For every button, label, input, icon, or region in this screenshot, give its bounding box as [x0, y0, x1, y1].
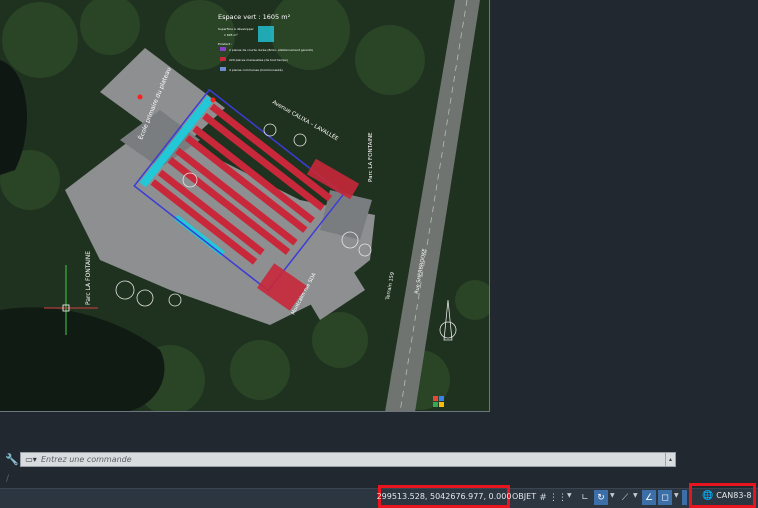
legend-header: Existant : [218, 42, 232, 46]
legend-subvalue: 1 605 m² [224, 33, 238, 37]
legend-title: Espace vert : 1605 m² [218, 13, 291, 21]
polar-tracking-icon[interactable]: ↻ [594, 490, 608, 505]
legend-item: 220 places mensuelles (de tout temps) [229, 58, 288, 62]
coordinate-system-button[interactable]: 🌐 CAN83-8 [689, 483, 756, 508]
cad-window: Espace vert : 1605 m² Superficie à dével… [0, 0, 758, 508]
object-snap-tracking-icon[interactable]: ∠ [642, 490, 656, 505]
lineweight-icon[interactable] [682, 490, 687, 505]
command-input[interactable]: Entrez une commande [41, 455, 132, 464]
osnap-dropdown-icon[interactable]: ▼ [674, 492, 679, 499]
site-plan-drawing: Espace vert : 1605 m² Superficie à dével… [0, 0, 489, 411]
globe-icon: 🌐 [702, 490, 714, 501]
polar-dropdown-icon[interactable]: ▼ [610, 492, 615, 499]
wrench-icon[interactable]: 🔧 [4, 452, 20, 467]
coordinate-value: 299513.528, 5042676.977, 0.000 [376, 492, 512, 501]
command-line: 🔧 ▭▾ Entrez une commande ▴ [4, 452, 676, 467]
model-space-label[interactable]: OBJET [512, 492, 536, 501]
command-history: / [6, 474, 10, 484]
legend-subtitle: Superficie à développer [218, 27, 254, 31]
label-parc-top: Parc LA FONTAINE [368, 132, 374, 182]
snap-icon[interactable]: ⋮⋮ [549, 490, 567, 505]
grid-icon[interactable]: # [537, 490, 549, 505]
object-snap-icon[interactable]: ◻ [658, 490, 672, 505]
legend-item: 4 places communes (Communauté) [229, 68, 283, 72]
isodraft-dropdown-icon[interactable]: ▼ [633, 492, 638, 499]
command-input-box[interactable]: ▭▾ Entrez une commande ▴ [20, 452, 676, 467]
legend-item: 2 places de courte durée (8min, stationn… [229, 48, 313, 52]
command-prompt-icon[interactable]: ▭▾ [21, 453, 41, 466]
snap-dropdown-icon[interactable]: ▼ [567, 492, 572, 499]
legend-pattern-swatch [258, 26, 274, 42]
label-parc-left: Parc LA FONTAINE [85, 251, 92, 305]
coordinate-system-label: CAN83-8 [716, 491, 752, 500]
ortho-icon[interactable]: ∟ [578, 490, 592, 505]
isodraft-icon[interactable]: ⟋ [619, 490, 631, 505]
drawing-viewport[interactable]: Espace vert : 1605 m² Superficie à dével… [0, 0, 490, 412]
coordinate-readout[interactable]: 299513.528, 5042676.977, 0.000 [376, 485, 512, 508]
command-history-toggle[interactable]: ▴ [665, 453, 675, 466]
